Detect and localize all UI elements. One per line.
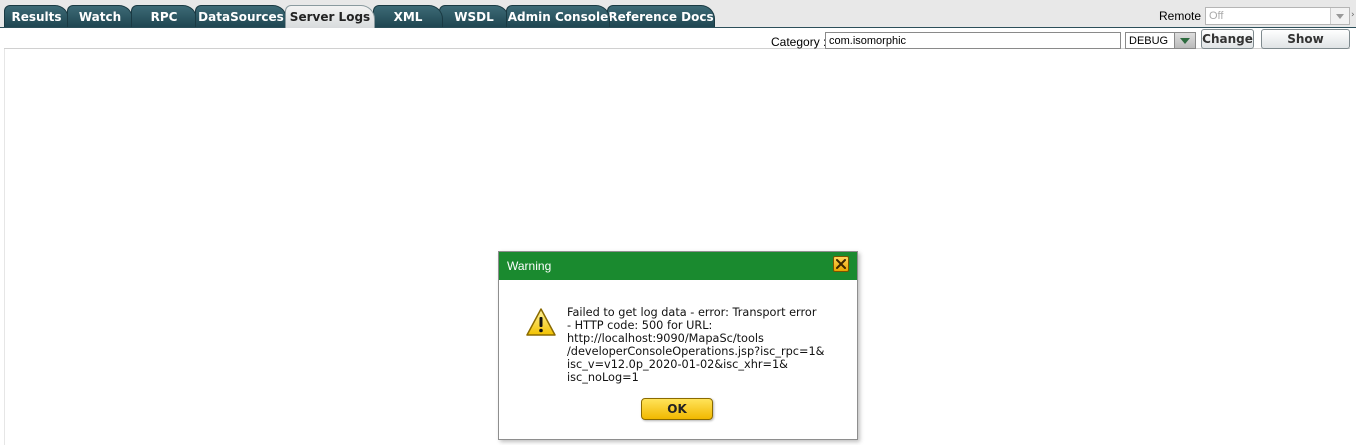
category-label: Category :: [771, 35, 827, 49]
warning-icon: [526, 308, 556, 336]
tab-xml[interactable]: XML: [373, 5, 443, 27]
close-button[interactable]: [833, 256, 849, 272]
dialog-header: Warning: [499, 252, 857, 280]
category-input[interactable]: [825, 32, 1121, 49]
change-button[interactable]: Change: [1201, 29, 1254, 49]
remote-label: Remote :: [1159, 9, 1208, 23]
tab-server-logs[interactable]: Server Logs: [285, 5, 375, 28]
chevron-down-icon[interactable]: [1174, 33, 1195, 48]
tab-bar: Results Watch RPC DataSources WSDL XML R…: [0, 0, 1356, 28]
tab-reference-docs[interactable]: Reference Docs: [607, 5, 715, 27]
dialog-message: Failed to get log data - error: Transpor…: [567, 306, 825, 384]
log-level-select[interactable]: DEBUG: [1125, 32, 1196, 49]
tab-results[interactable]: Results: [4, 5, 69, 27]
warning-dialog: Warning Failed to get log data - error: …: [498, 251, 858, 440]
show-current-button[interactable]: Show Current: [1261, 29, 1350, 64]
resize-handle-icon: ›: [1351, 10, 1355, 20]
ok-button[interactable]: OK: [641, 398, 713, 420]
remote-select-value: Off: [1209, 10, 1224, 22]
chevron-down-icon[interactable]: [1330, 8, 1349, 24]
log-toolbar: Category : DEBUG Change Show Current: [4, 29, 1350, 64]
tab-watch[interactable]: Watch: [67, 5, 133, 27]
remote-select[interactable]: Off: [1205, 7, 1350, 25]
tab-rpc[interactable]: RPC: [131, 5, 197, 27]
tab-datasources[interactable]: DataSources: [195, 5, 287, 27]
log-level-value: DEBUG: [1129, 35, 1169, 47]
dialog-title: Warning: [507, 259, 552, 273]
tab-wsdl[interactable]: WSDL: [439, 5, 509, 27]
tab-admin-console[interactable]: Admin Console: [506, 5, 610, 27]
close-icon: [836, 259, 846, 269]
